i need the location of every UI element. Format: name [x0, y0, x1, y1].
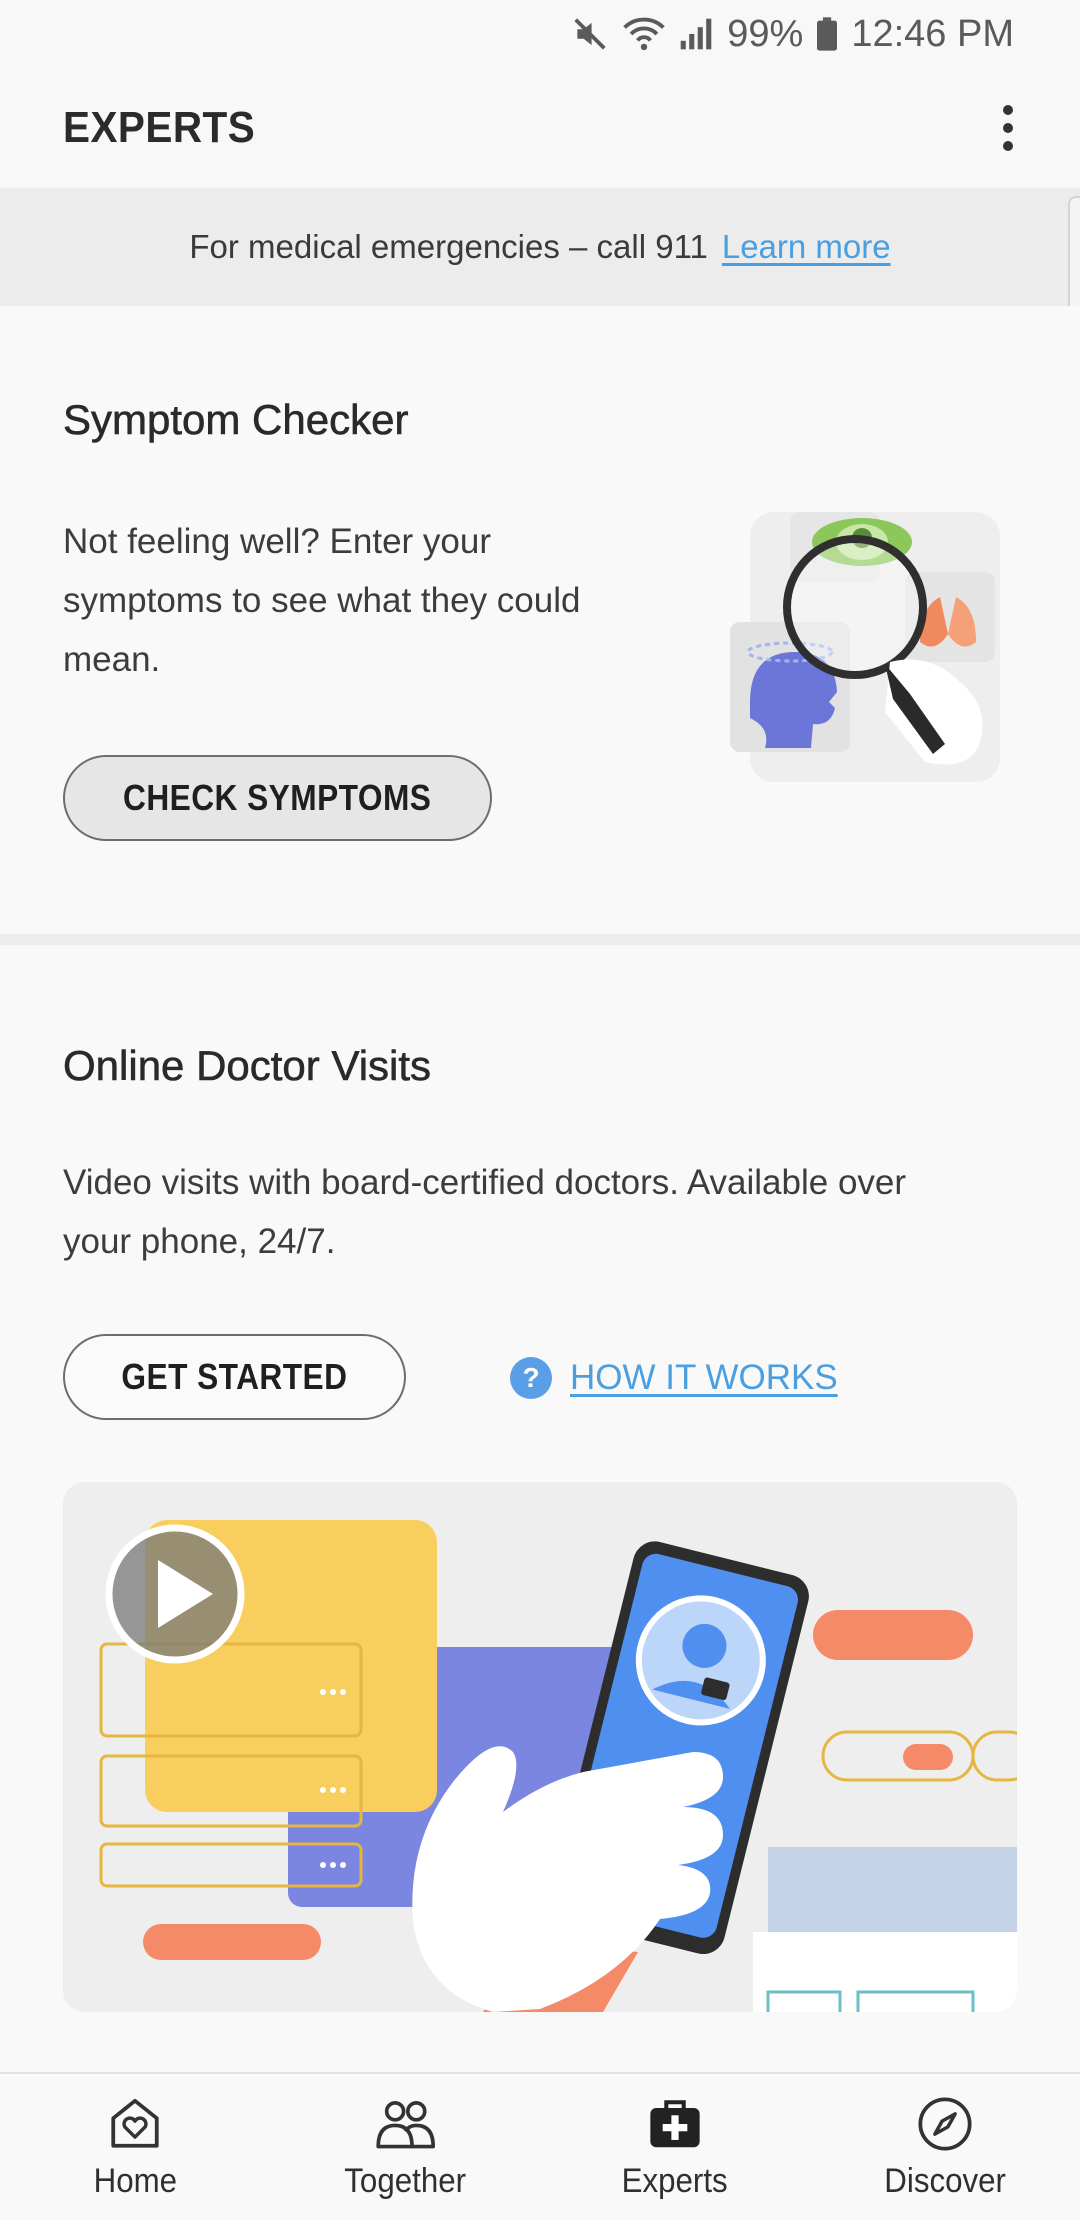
- doctor-visits-card: Online Doctor Visits Video visits with b…: [0, 945, 1080, 2072]
- symptom-checker-title: Symptom Checker: [63, 396, 409, 444]
- emergency-banner: For medical emergencies – call 911 Learn…: [0, 188, 1080, 306]
- clock: 12:46 PM: [851, 12, 1014, 55]
- check-symptoms-label: CHECK SYMPTOMS: [123, 777, 432, 818]
- nav-home[interactable]: Home: [0, 2074, 270, 2220]
- battery-icon: [817, 17, 838, 51]
- bottom-navigation: Home Together Experts Discover: [0, 2072, 1080, 2220]
- compass-icon: [913, 2092, 977, 2156]
- nav-discover[interactable]: Discover: [810, 2074, 1080, 2220]
- get-started-button[interactable]: GET STARTED: [63, 1334, 406, 1420]
- symptom-magnifier-illustration: [730, 502, 1020, 802]
- heart-home-icon: [103, 2092, 167, 2156]
- nav-discover-label: Discover: [884, 2162, 1006, 2200]
- nav-together[interactable]: Together: [270, 2074, 540, 2220]
- battery-percent: 99%: [727, 12, 804, 55]
- more-vert-icon[interactable]: [978, 98, 1038, 158]
- nav-experts-label: Experts: [621, 2162, 729, 2200]
- check-symptoms-button[interactable]: CHECK SYMPTOMS: [63, 755, 492, 841]
- how-it-works-link[interactable]: ? HOW IT WORKS: [510, 1350, 838, 1406]
- doctor-visits-title: Online Doctor Visits: [63, 1042, 432, 1090]
- people-icon: [373, 2092, 437, 2156]
- get-started-label: GET STARTED: [121, 1356, 348, 1397]
- symptom-checker-description: Not feeling well? Enter your symptoms to…: [63, 522, 581, 679]
- video-thumbnail[interactable]: [63, 1482, 1017, 2012]
- emergency-text: For medical emergencies – call 911: [189, 228, 708, 265]
- learn-more-link[interactable]: Learn more: [722, 228, 891, 266]
- app-bar: EXPERTS: [0, 68, 1080, 188]
- symptom-checker-card: Symptom Checker Not feeling well? Enter …: [0, 306, 1080, 934]
- medical-bag-icon: [643, 2092, 707, 2156]
- mute-icon: [571, 15, 609, 53]
- wifi-icon: [623, 15, 666, 53]
- nav-experts[interactable]: Experts: [540, 2074, 810, 2220]
- status-bar: 99% 12:46 PM: [0, 0, 1080, 68]
- page-title: EXPERTS: [63, 103, 256, 152]
- nav-together-label: Together: [344, 2162, 466, 2200]
- section-divider: [0, 934, 1080, 945]
- doctor-visits-description: Video visits with board-certified doctor…: [63, 1163, 907, 1261]
- how-it-works-label: HOW IT WORKS: [570, 1358, 838, 1397]
- nav-home-label: Home: [93, 2162, 177, 2200]
- signal-icon: [679, 17, 713, 51]
- help-icon: ?: [510, 1357, 552, 1399]
